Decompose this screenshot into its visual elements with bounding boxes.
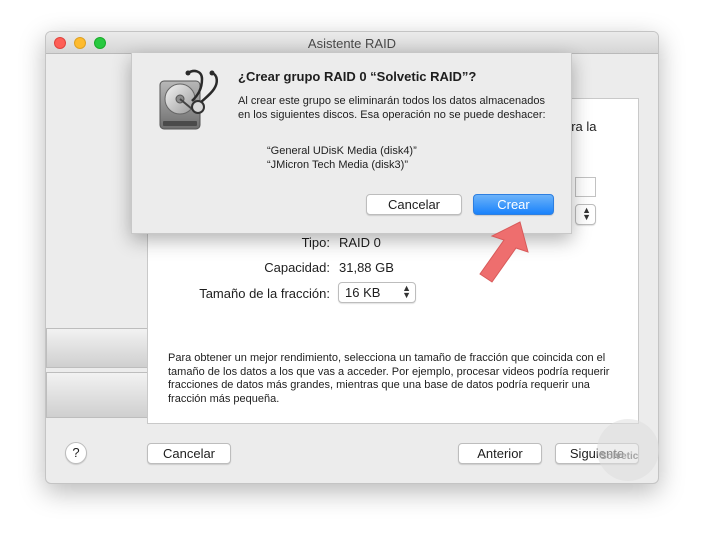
chevron-updown-icon: ▲ ▼	[402, 283, 411, 300]
create-button[interactable]: Crear	[473, 194, 554, 215]
chunk-size-label: Tamaño de la fracción:	[199, 286, 330, 301]
disk-item: “General UDisK Media (disk4)”	[267, 145, 417, 157]
annotation-arrow	[479, 221, 529, 283]
type-value: RAID 0	[339, 235, 381, 250]
sheet-message: Al crear este grupo se eliminarán todos …	[238, 95, 546, 121]
disk-utility-icon	[159, 69, 218, 130]
cancel-button[interactable]: Cancelar	[147, 443, 231, 464]
type-label: Tipo:	[301, 235, 330, 250]
watermark-text: Solvetic	[600, 451, 639, 462]
window-title: Asistente RAID	[307, 36, 397, 51]
back-button[interactable]: Anterior	[458, 443, 542, 464]
chunk-size-help-text: Para obtener un mejor rendimiento, selec…	[168, 352, 610, 405]
disk-item: “JMicron Tech Media (disk3)”	[267, 159, 409, 171]
chunk-size-popup[interactable]: 16 KB ▲ ▼	[338, 282, 416, 303]
capacity-value: 31,88 GB	[339, 260, 394, 275]
sheet-cancel-button[interactable]: Cancelar	[366, 194, 462, 215]
raid-name-field[interactable]	[575, 177, 596, 197]
title-bar: Asistente RAID	[46, 32, 658, 54]
chevron-updown-icon: ▲ ▼	[582, 205, 591, 222]
capacity-label: Capacidad:	[264, 260, 330, 275]
format-popup[interactable]: ▲ ▼	[575, 204, 596, 225]
sheet-title: ¿Crear grupo RAID 0 “Solvetic RAID”?	[238, 69, 477, 84]
help-button[interactable]: ?	[65, 442, 87, 464]
watermark-logo	[597, 419, 659, 481]
confirm-raid-sheet: ¿Crear grupo RAID 0 “Solvetic RAID”? Al …	[131, 53, 572, 234]
chunk-size-value: 16 KB	[345, 285, 381, 300]
